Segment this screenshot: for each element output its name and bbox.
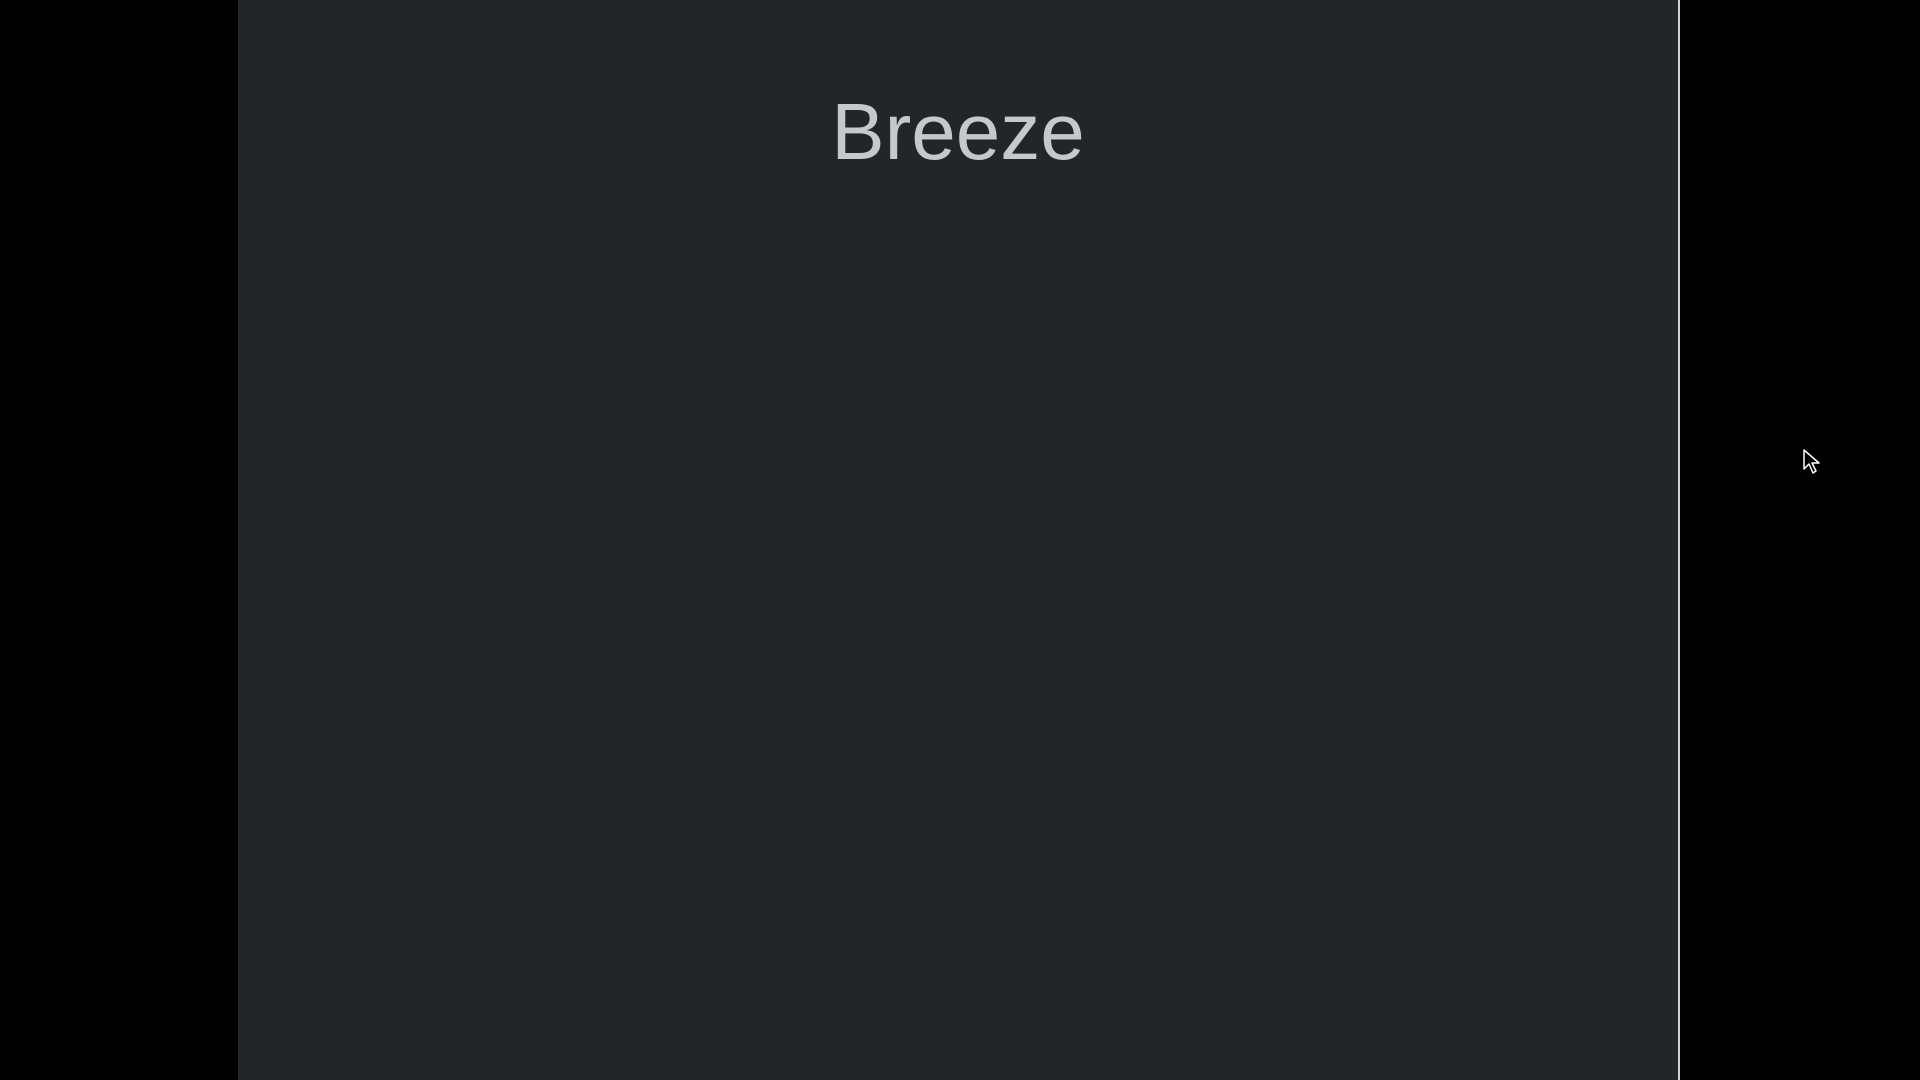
desktop-screen: Breeze: [0, 0, 1920, 1080]
theme-name-title: Breeze: [831, 87, 1085, 176]
theme-preview-panel: Breeze: [238, 0, 1680, 1080]
mouse-pointer-icon: [1803, 449, 1820, 474]
